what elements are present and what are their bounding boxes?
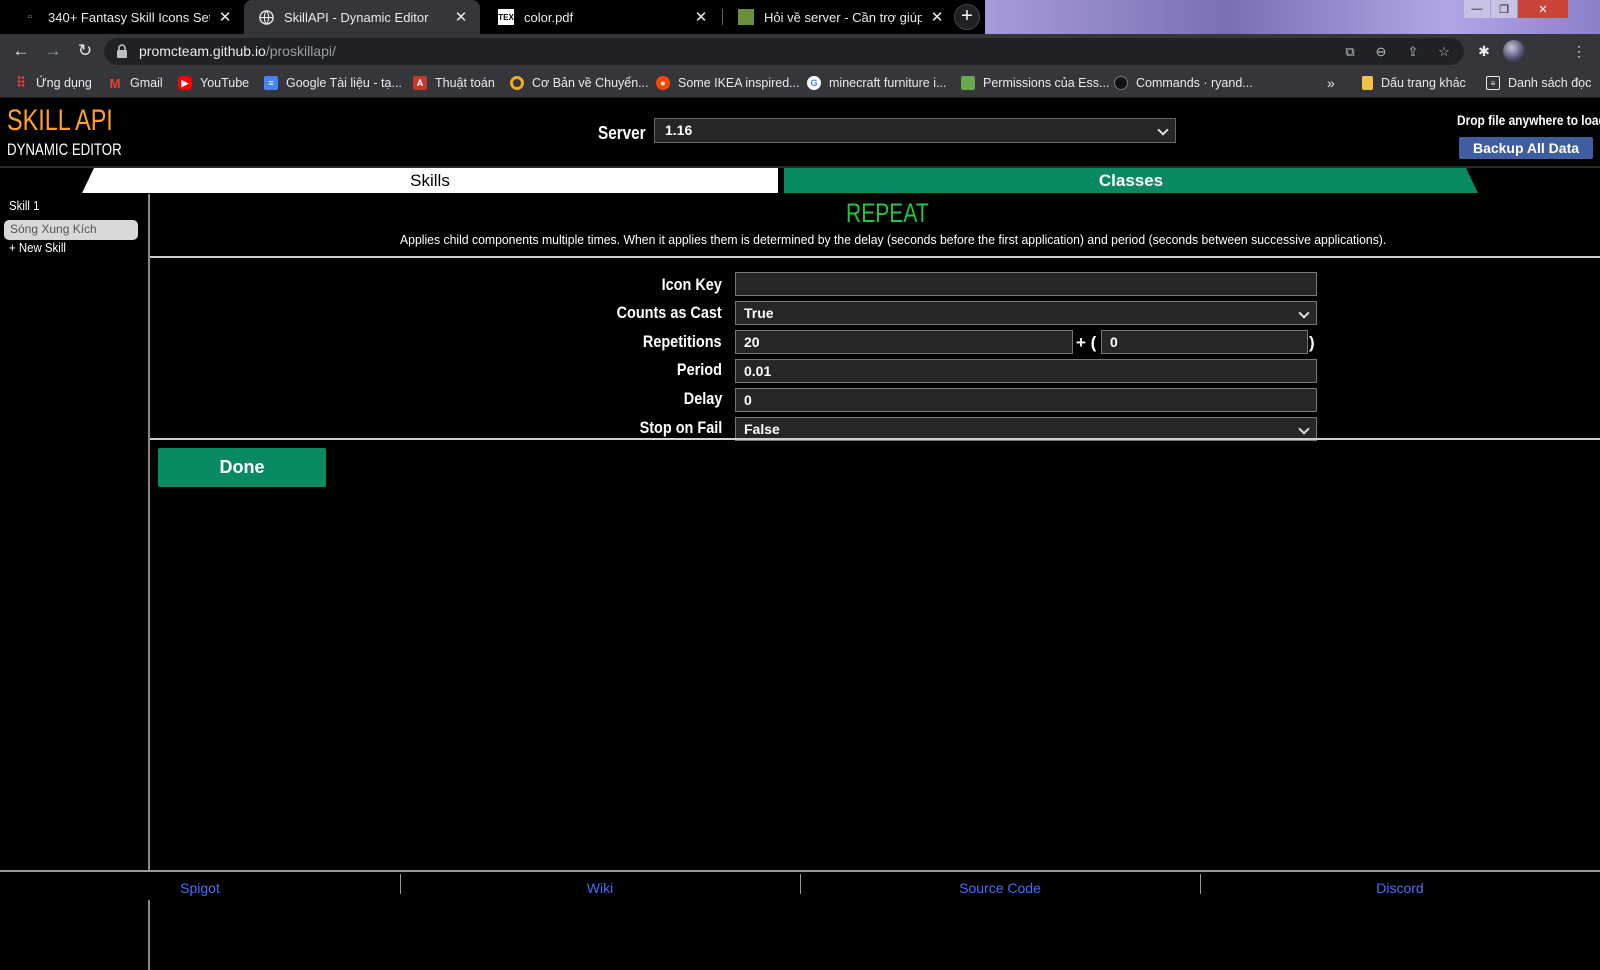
section-divider-top <box>150 256 1600 258</box>
bookmark-gmail[interactable]: M Gmail <box>108 74 163 92</box>
done-button[interactable]: Done <box>158 448 326 487</box>
new-tab-button[interactable]: + <box>954 4 980 30</box>
icon-key-input[interactable] <box>735 272 1317 296</box>
reload-icon[interactable]: ↻ <box>74 40 96 62</box>
google-icon: G <box>807 76 821 90</box>
zoom-icon[interactable]: ⊖ <box>1372 43 1390 61</box>
logo-title: SKILL API <box>7 104 113 137</box>
skillapi-editor-page: SKILL API DYNAMIC EDITOR Server 1.16 Dro… <box>0 98 1600 970</box>
bookmark-commands[interactable]: Commands · ryand... <box>1114 74 1253 92</box>
minimize-window-icon[interactable]: — <box>1464 0 1490 18</box>
icon-key-label: Icon Key <box>661 275 722 294</box>
grass-block-icon <box>961 76 975 90</box>
bookmarks-overflow-chevron[interactable]: » <box>1327 74 1335 92</box>
menu-kebab-icon[interactable]: ⋮ <box>1569 41 1589 61</box>
docs-icon: ≡ <box>264 76 278 90</box>
sidebar-item-skill-1[interactable]: Skill 1 <box>9 198 40 213</box>
gmail-icon: M <box>109 75 121 91</box>
tab-skills[interactable]: Skills <box>82 168 778 193</box>
browser-tab-strip: ▫ 340+ Fantasy Skill Icons Set in 2D ✕ S… <box>0 0 1600 34</box>
stop-on-fail-label: Stop on Fail <box>639 418 722 437</box>
browser-toolbar: ← → ↻ promcteam.github.io/proskillapi/ ⧉… <box>0 34 1600 68</box>
browser-tab-skillapi[interactable]: SkillAPI - Dynamic Editor ✕ <box>244 0 480 34</box>
tex-icon: TEX <box>498 9 514 25</box>
repetitions-scale-input[interactable]: 0 <box>1101 330 1308 354</box>
close-window-icon[interactable]: ✕ <box>1518 0 1568 18</box>
github-icon <box>1114 76 1128 90</box>
bookmark-permissions[interactable]: Permissions của Ess... <box>961 74 1109 92</box>
footer-links: Spigot Wiki Source Code Discord <box>0 870 1600 900</box>
browser-tab-color-pdf[interactable]: TEX color.pdf ✕ <box>484 0 720 34</box>
repetitions-label: Repetitions <box>643 332 722 351</box>
delay-input[interactable]: 0 <box>735 388 1317 412</box>
close-tab-icon[interactable]: ✕ <box>216 8 234 26</box>
counts-as-cast-select[interactable]: True <box>735 301 1317 325</box>
tab-separator <box>722 9 723 25</box>
bookmark-ikea[interactable]: ● Some IKEA inspired... <box>656 74 800 92</box>
apps-grid-icon: ⠿ <box>16 75 26 90</box>
browser-tab-hoi-ve-server[interactable]: Hỏi về server - Cần trợ giúp về m ✕ <box>724 0 956 34</box>
repetitions-plus-open: + ( <box>1076 333 1097 352</box>
component-title: REPEAT <box>846 198 929 228</box>
new-skill-button[interactable]: + New Skill <box>9 240 66 255</box>
skill-list-sidebar: Skill 1 Sóng Xung Kích + New Skill <box>0 194 150 970</box>
browser-tab-fantasy-icons[interactable]: ▫ 340+ Fantasy Skill Icons Set in 2D ✕ <box>8 0 244 34</box>
chevron-down-icon <box>1298 423 1310 435</box>
counts-as-cast-label: Counts as Cast <box>616 303 722 322</box>
extensions-puzzle-icon[interactable]: ✱ <box>1474 41 1494 61</box>
globe-icon <box>258 9 274 25</box>
youtube-icon: ▶ <box>178 76 192 90</box>
bookmark-apps[interactable]: ⠿ Ứng dụng <box>14 74 92 92</box>
pixel-icon: ▫ <box>28 11 32 23</box>
url-text[interactable]: promcteam.github.io/proskillapi/ <box>139 43 336 59</box>
lock-icon <box>117 44 127 58</box>
reading-list-icon: ≡ <box>1486 76 1500 90</box>
profile-avatar[interactable] <box>1503 40 1525 62</box>
repetitions-base-input[interactable]: 20 <box>735 330 1073 354</box>
maximize-window-icon[interactable]: ❐ <box>1491 0 1517 18</box>
bookmark-minecraft-furniture[interactable]: G minecraft furniture i... <box>807 74 946 92</box>
back-arrow-icon[interactable]: ← <box>10 40 32 62</box>
chevron-down-icon <box>1157 124 1169 136</box>
translate-icon[interactable]: ⧉ <box>1341 43 1359 61</box>
server-version-select[interactable]: 1.16 <box>654 118 1176 143</box>
share-icon[interactable]: ⇪ <box>1404 43 1422 61</box>
footer-link-source-code[interactable]: Source Code <box>800 880 1200 896</box>
server-label: Server <box>598 123 646 143</box>
reddit-icon: ● <box>656 76 670 90</box>
header-divider <box>0 166 1600 168</box>
close-tab-icon[interactable]: ✕ <box>452 8 470 26</box>
folder-icon <box>1362 76 1373 90</box>
bookmark-youtube[interactable]: ▶ YouTube <box>178 74 249 92</box>
footer-link-discord[interactable]: Discord <box>1200 880 1600 896</box>
close-tab-icon[interactable]: ✕ <box>928 8 946 26</box>
bookmark-other[interactable]: Dấu trang khác <box>1362 74 1466 92</box>
period-label: Period <box>677 360 722 379</box>
reading-list[interactable]: ≡ Danh sách đọc <box>1486 74 1591 92</box>
minecraft-icon <box>738 9 754 25</box>
delay-label: Delay <box>683 389 722 408</box>
bookmark-google-docs[interactable]: ≡ Google Tài liệu - tạ... <box>264 74 402 92</box>
drop-file-hint: Drop file anywhere to load <box>1457 112 1600 128</box>
bookmark-thuat-toan[interactable]: A Thuật toán <box>413 74 495 92</box>
sidebar-item-song-xung-kich[interactable]: Sóng Xung Kích <box>4 220 138 240</box>
tab-classes[interactable]: Classes <box>784 168 1478 193</box>
close-tab-icon[interactable]: ✕ <box>692 8 710 26</box>
period-input[interactable]: 0.01 <box>735 359 1317 383</box>
chevron-down-icon <box>1298 307 1310 319</box>
bookmarks-bar: ⠿ Ứng dụng M Gmail ▶ YouTube ≡ Google Tà… <box>0 68 1600 98</box>
bookmark-co-ban[interactable]: Cơ Bản về Chuyển... <box>510 74 649 92</box>
algo-icon: A <box>413 76 427 90</box>
star-icon[interactable]: ☆ <box>1435 43 1453 61</box>
logo-subtitle: DYNAMIC EDITOR <box>7 140 122 159</box>
backup-all-data-button[interactable]: Backup All Data <box>1459 137 1593 159</box>
footer-link-wiki[interactable]: Wiki <box>400 880 800 896</box>
section-divider-bottom <box>150 438 1600 440</box>
address-bar[interactable]: promcteam.github.io/proskillapi/ ⧉ ⊖ ⇪ ☆ <box>104 38 1464 65</box>
component-description: Applies child components multiple times.… <box>400 232 1387 247</box>
ring-icon <box>510 76 524 90</box>
forward-arrow-icon[interactable]: → <box>42 40 64 62</box>
footer-link-spigot[interactable]: Spigot <box>0 880 400 896</box>
repetitions-close-paren: ) <box>1309 333 1315 352</box>
